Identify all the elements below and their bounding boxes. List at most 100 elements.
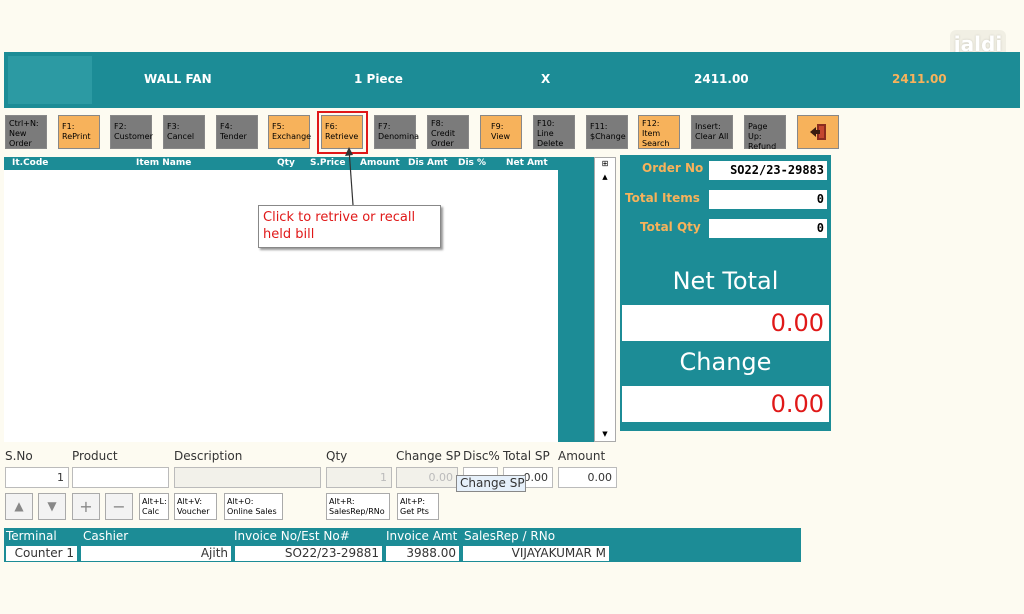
total-items-value: 0 <box>709 190 827 209</box>
col-amount: Amount <box>360 158 400 168</box>
order-no-label: Order No <box>642 161 704 175</box>
multiply-sign: X <box>541 72 551 86</box>
grid-side-strip <box>558 157 594 442</box>
change-value: 0.00 <box>622 386 829 422</box>
col-it-code: It.Code <box>12 158 49 168</box>
fkey-key: F5: <box>272 122 285 131</box>
item-name: WALL FAN <box>144 72 212 86</box>
online-sales-button[interactable]: Alt+O: Online Sales <box>224 493 283 520</box>
disc-label: Disc% <box>463 449 500 463</box>
col-dis-pct: Dis % <box>458 158 487 168</box>
fkey-key: F8: <box>431 119 444 128</box>
callout-text-line1: Click to retrive or recall <box>263 210 416 225</box>
tender-button[interactable]: F4: Tender <box>216 115 258 149</box>
grid-options-icon[interactable]: ⊞ <box>595 158 615 169</box>
change-sp-field[interactable]: 0.00 <box>396 467 458 488</box>
change-label: Change <box>679 348 772 376</box>
fkey-label: Item <box>642 129 661 138</box>
description-label: Description <box>174 449 243 463</box>
reprint-button[interactable]: F1: RePrint <box>58 115 100 149</box>
voucher-button[interactable]: Alt+V: Voucher <box>174 493 217 520</box>
clear-all-button[interactable]: Insert: Clear All <box>691 115 733 149</box>
exit-button[interactable] <box>797 115 839 149</box>
view-button[interactable]: F9: View <box>480 115 522 149</box>
shortcut-label: Calc <box>142 507 160 516</box>
fkey-label: $Change <box>590 132 626 141</box>
salesrep-button[interactable]: Alt+R: SalesRep/RNo <box>326 493 390 520</box>
move-down-icon[interactable]: ▼ <box>38 493 66 520</box>
shortcut-key: Alt+P: <box>400 497 426 506</box>
qty-field[interactable]: 1 <box>326 467 392 488</box>
fkey-label: Order <box>9 139 32 148</box>
fkey-label: Search <box>642 139 670 148</box>
denomination-button[interactable]: F7: Denomina <box>374 115 419 149</box>
move-up-icon[interactable]: ▲ <box>5 493 33 520</box>
calc-button[interactable]: Alt+L: Calc <box>139 493 169 520</box>
fkey-key: Insert: <box>695 122 721 131</box>
current-item-bar: WALL FAN 1 Piece X 2411.00 2411.00 <box>4 52 1020 108</box>
fkey-key: F3: <box>167 122 180 131</box>
refund-button[interactable]: Page Up: Refund <box>744 115 786 151</box>
item-price: 2411.00 <box>694 72 749 86</box>
fkey-label: Credit <box>431 129 456 138</box>
callout-arrow <box>345 147 354 206</box>
plus-icon[interactable]: + <box>72 493 100 520</box>
amount-label: Amount <box>558 449 606 463</box>
total-qty-value: 0 <box>709 219 827 238</box>
scroll-down-icon[interactable]: ▼ <box>595 429 615 440</box>
total-items-label: Total Items <box>625 191 700 205</box>
change-sp-label: Change SP <box>396 449 461 463</box>
total-qty-label: Total Qty <box>640 220 701 234</box>
qty-label: Qty <box>326 449 348 463</box>
fkey-key: F2: <box>114 122 127 131</box>
cashier-label: Cashier <box>83 529 129 543</box>
fkey-label: Line <box>537 129 554 138</box>
fkey-label: New <box>9 129 27 138</box>
fkey-label: Cancel <box>167 132 195 141</box>
change-button[interactable]: F11: $Change <box>586 115 628 149</box>
shortcut-label: SalesRep/RNo <box>329 507 385 516</box>
shortcut-key: Alt+O: <box>227 497 254 506</box>
get-points-button[interactable]: Alt+P: Get Pts <box>397 493 439 520</box>
minus-icon[interactable]: − <box>105 493 133 520</box>
product-field[interactable] <box>72 467 169 488</box>
invoice-amt-value: 3988.00 <box>386 546 459 561</box>
salesrep-label: SalesRep / RNo <box>464 529 556 543</box>
shortcut-label: Get Pts <box>400 507 429 516</box>
item-grid-header: It.Code Item Name Qty S.Price Amount Dis… <box>4 157 558 170</box>
shortcut-label: Online Sales <box>227 507 277 516</box>
fkey-label: Clear All <box>695 132 729 141</box>
fkey-key: F12: <box>642 119 660 128</box>
fkey-label: RePrint <box>62 132 91 141</box>
product-label: Product <box>72 449 118 463</box>
fkey-label: Tender <box>220 132 247 141</box>
fkey-key: Page Up: <box>748 122 768 141</box>
fkey-key: F11: <box>590 122 608 131</box>
fkey-key: F7: <box>378 122 391 131</box>
fkey-label: Order <box>431 139 454 148</box>
credit-order-button[interactable]: F8: Credit Order <box>427 115 469 149</box>
terminal-value: Counter 1 <box>6 546 77 561</box>
grid-scrollbar[interactable]: ⊞ ▲ ▼ <box>594 157 616 442</box>
shortcut-label: Voucher <box>177 507 210 516</box>
cancel-button[interactable]: F3: Cancel <box>163 115 205 149</box>
fkey-label: Exchange <box>272 132 312 141</box>
col-item-name: Item Name <box>136 158 192 168</box>
fkey-label: Delete <box>537 139 564 148</box>
item-search-button[interactable]: F12: Item Search <box>638 115 680 149</box>
retrieve-callout: Click to retrive or recall held bill <box>258 205 441 248</box>
item-total: 2411.00 <box>892 72 947 86</box>
exchange-button[interactable]: F5: Exchange <box>268 115 312 149</box>
col-net-amt: Net Amt <box>506 158 548 168</box>
scroll-up-icon[interactable]: ▲ <box>595 172 615 183</box>
item-qty: 1 Piece <box>354 72 403 86</box>
order-no-value: SO22/23-29883 <box>709 161 827 180</box>
description-field[interactable] <box>174 467 321 488</box>
fkey-label: View <box>491 132 510 141</box>
order-summary-panel: Order No SO22/23-29883 Total Items 0 Tot… <box>620 155 831 431</box>
new-order-button[interactable]: Ctrl+N: New Order <box>5 115 47 149</box>
sno-field: 1 <box>5 467 69 488</box>
amount-field: 0.00 <box>558 467 617 488</box>
line-delete-button[interactable]: F10: Line Delete <box>533 115 575 149</box>
customer-button[interactable]: F2: Customer <box>110 115 153 149</box>
